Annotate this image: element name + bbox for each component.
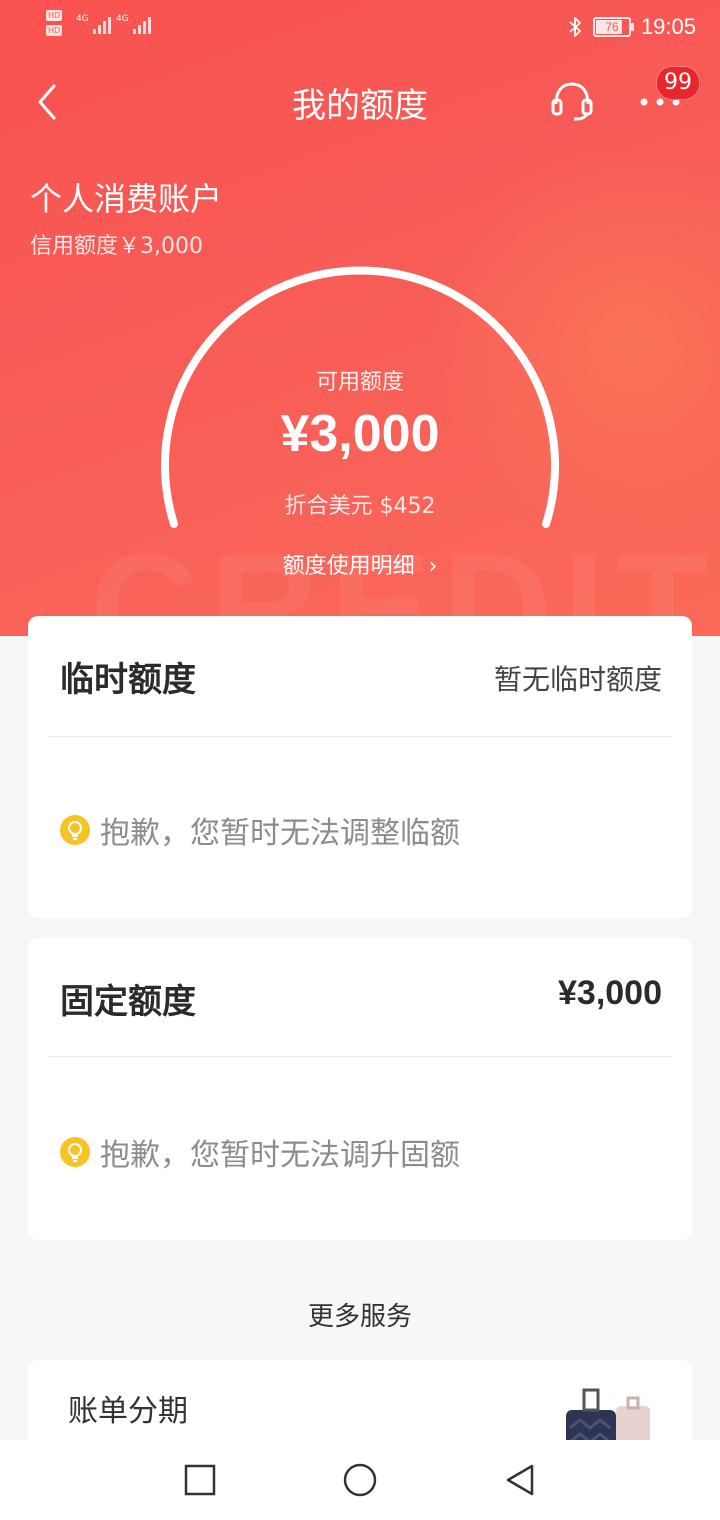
credit-gauge-arc	[161, 266, 559, 528]
temp-quota-tip-text: 抱歉，您暂时无法调整临额	[100, 816, 460, 851]
recent-apps-icon[interactable]	[180, 1460, 220, 1500]
usd-equivalent: 折合美元 $452	[284, 494, 436, 519]
fixed-quota-tip-text: 抱歉，您暂时无法调升固额	[100, 1138, 460, 1173]
usage-detail-link[interactable]: 额度使用明细 ›	[0, 548, 720, 580]
fixed-quota-card: 固定额度 ¥3,000 抱歉，您暂时无法调升固额	[28, 938, 692, 1240]
home-icon[interactable]	[340, 1460, 380, 1500]
chevron-right-icon: ›	[428, 554, 438, 579]
lightbulb-icon	[60, 1137, 90, 1167]
divider	[48, 736, 672, 737]
temp-quota-value: 暂无临时额度	[493, 663, 662, 696]
temp-quota-tip: 抱歉，您暂时无法调整临额	[60, 808, 460, 852]
temp-quota-title: 临时额度	[60, 660, 196, 700]
available-amount: ¥3,000	[280, 405, 440, 463]
temp-quota-card: 临时额度 暂无临时额度 抱歉，您暂时无法调整临额	[28, 616, 692, 918]
service-item-label: 账单分期	[68, 1394, 188, 1429]
back-nav-icon[interactable]	[500, 1460, 540, 1500]
divider	[48, 1056, 672, 1057]
fixed-quota-title: 固定额度	[60, 982, 196, 1022]
available-label: 可用额度	[315, 370, 404, 395]
more-services-title: 更多服务	[307, 1302, 412, 1332]
header-hero: CREDIT HD HD 4G 4G 76 19:05 我的额度 99 个人消费…	[0, 0, 720, 636]
fixed-quota-value: ¥3,000	[558, 974, 662, 1012]
usage-detail-label: 额度使用明细	[282, 554, 415, 579]
lightbulb-icon	[60, 815, 90, 845]
fixed-quota-tip: 抱歉，您暂时无法调升固额	[60, 1130, 460, 1174]
system-nav-bar	[0, 1440, 720, 1520]
